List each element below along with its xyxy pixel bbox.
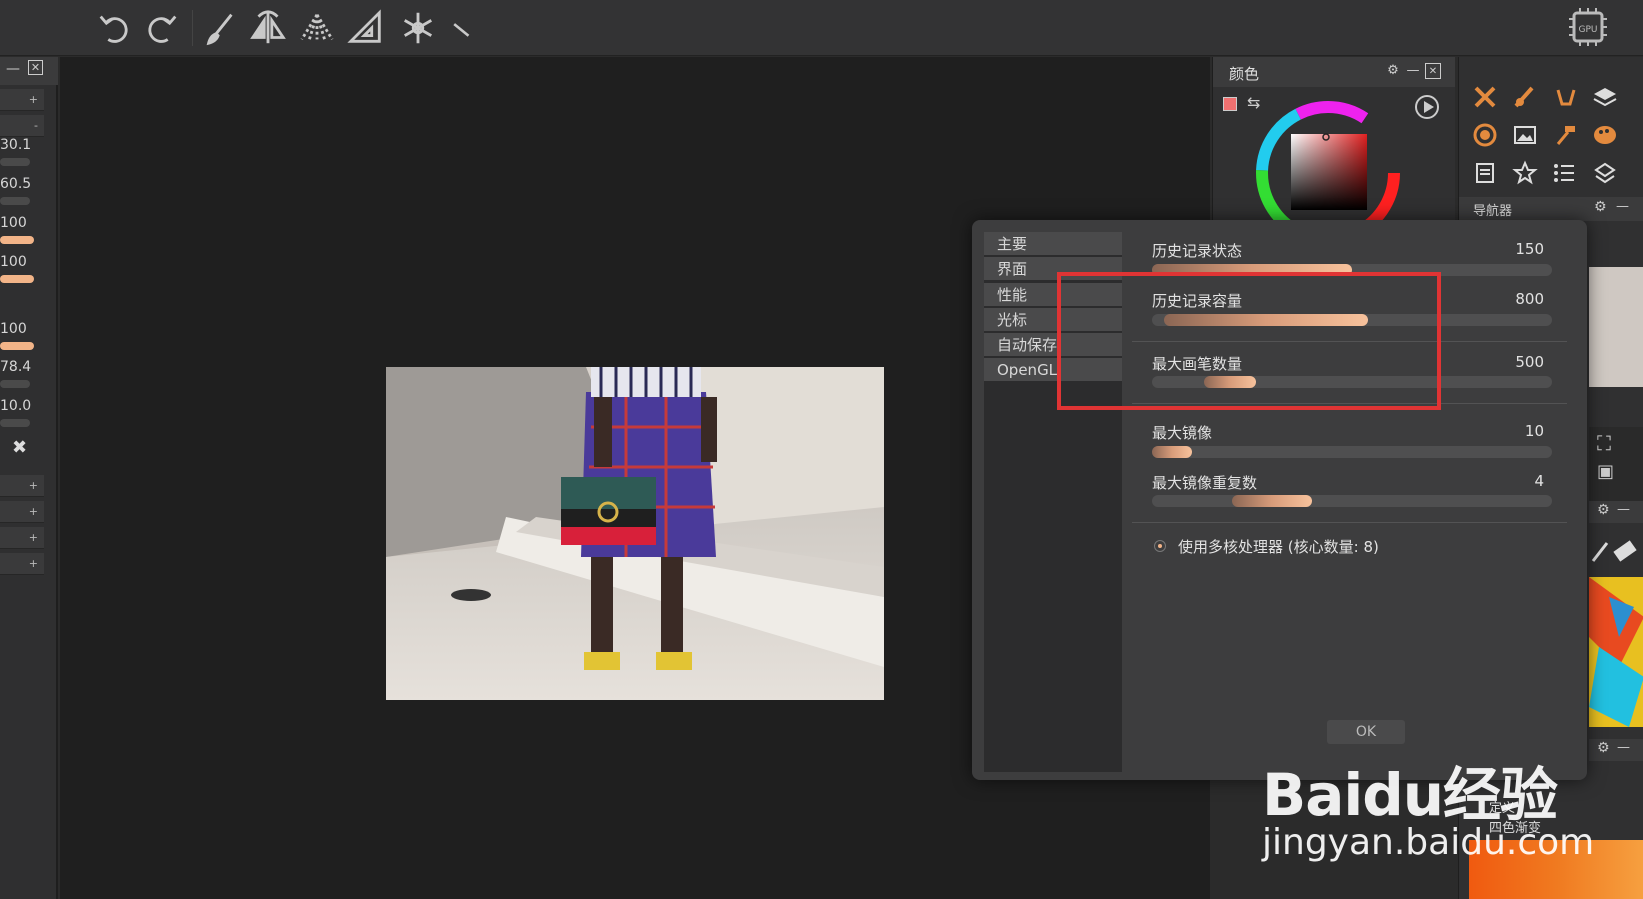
gear-icon[interactable]: ⚙ <box>1594 199 1607 215</box>
history-states-label: 历史记录状态 <box>1152 242 1243 260</box>
fit-screen-icon[interactable]: ⛶ <box>1597 431 1611 455</box>
max-mirror-slider[interactable] <box>1152 446 1552 458</box>
color-icon[interactable] <box>1469 119 1501 151</box>
param-slider[interactable] <box>0 342 34 350</box>
slider-fill <box>1152 446 1192 458</box>
redo-icon[interactable] <box>140 8 184 48</box>
expand-button[interactable]: + <box>0 553 44 575</box>
hammer-icon[interactable] <box>1549 119 1581 151</box>
brush-settings-panel: — ✕ + - 30.1 60.5 100 100 100 78.4 10.0 … <box>0 57 58 899</box>
gear-icon[interactable]: ⚙ <box>1385 63 1401 79</box>
undo-icon[interactable] <box>92 8 136 48</box>
top-toolbar: GPU <box>0 0 1643 56</box>
param-slider[interactable] <box>0 419 30 427</box>
panel-header: ⚙ — <box>1589 501 1643 523</box>
param-value: 100 <box>0 215 27 231</box>
left-panel-header: — ✕ <box>0 57 58 85</box>
measure-icon[interactable] <box>440 8 484 48</box>
param-value: 100 <box>0 254 27 270</box>
expand-button[interactable]: + <box>0 527 44 549</box>
image-icon[interactable] <box>1509 119 1541 151</box>
texture-preview <box>1589 577 1643 727</box>
mirror-icon[interactable] <box>246 8 290 48</box>
app-window: GPU — ✕ + - 30.1 60.5 100 100 100 78.4 1… <box>0 0 1643 899</box>
navigator-title: 导航器 <box>1473 204 1513 219</box>
navigator-preview[interactable] <box>1589 267 1643 387</box>
collapse-button[interactable]: - <box>0 115 44 137</box>
divider <box>1132 522 1567 523</box>
param-value: 78.4 <box>0 359 32 375</box>
color-panel-header: 颜色 ⚙ — ✕ <box>1213 57 1455 87</box>
param-slider[interactable] <box>0 380 30 388</box>
color-panel-title: 颜色 <box>1229 65 1260 83</box>
star-icon[interactable] <box>1509 157 1541 189</box>
palette-icon[interactable] <box>1589 119 1621 151</box>
max-mirror-repeat-value: 4 <box>1534 472 1544 490</box>
actual-size-icon[interactable]: ▣ <box>1597 461 1614 482</box>
watermark-logo: Baidu经验 <box>1262 761 1558 829</box>
ok-button[interactable]: OK <box>1327 720 1405 744</box>
list-icon[interactable] <box>1549 157 1581 189</box>
max-mirror-label: 最大镜像 <box>1152 424 1213 442</box>
color-panel: 颜色 ⚙ — ✕ ⇆ <box>1212 57 1455 227</box>
minimize-icon[interactable]: — <box>6 61 20 77</box>
canvas-image <box>386 367 884 700</box>
multicore-radio[interactable] <box>1154 540 1166 552</box>
brush-settings-icon[interactable] <box>1509 81 1541 113</box>
expand-button[interactable]: + <box>0 89 44 111</box>
highlight-annotation <box>1057 272 1441 410</box>
nav-item-main[interactable]: 主要 <box>984 232 1122 256</box>
max-brushes-value: 500 <box>1515 353 1544 371</box>
brush-icon[interactable] <box>198 8 242 48</box>
stack-icon[interactable] <box>1589 157 1621 189</box>
multicore-label: 使用多核处理器 (核心数量: 8) <box>1178 538 1379 556</box>
close-icon[interactable]: ✕ <box>28 60 43 75</box>
ruler-triangle-icon[interactable] <box>344 8 388 48</box>
max-mirror-repeat-label: 最大镜像重复数 <box>1152 474 1258 492</box>
gpu-icon[interactable]: GPU <box>1566 5 1610 49</box>
gear-icon[interactable]: ⚙ <box>1597 502 1610 518</box>
navigator-controls: ⛶ ▣ <box>1589 427 1643 507</box>
gpu-badge-text: GPU <box>1579 25 1598 35</box>
minimize-icon[interactable]: — <box>1617 502 1630 517</box>
expand-button[interactable]: + <box>0 475 44 497</box>
snowflake-icon[interactable] <box>396 8 440 48</box>
param-slider[interactable] <box>0 236 34 244</box>
close-icon[interactable]: ✕ <box>1425 63 1441 79</box>
play-icon[interactable] <box>1415 95 1439 119</box>
notes-icon[interactable] <box>1469 157 1501 189</box>
navigator-header: 导航器 ⚙ — <box>1459 197 1643 221</box>
param-value: 60.5 <box>0 176 32 192</box>
watermark-url: jingyan.baidu.com <box>1262 822 1595 863</box>
tools-icon[interactable] <box>1469 81 1501 113</box>
toolbar-divider <box>192 10 193 46</box>
minimize-icon[interactable]: — <box>1405 63 1421 79</box>
minimize-icon[interactable]: — <box>1617 740 1630 755</box>
param-value: 100 <box>0 321 27 337</box>
panel-header: ⚙ — <box>1589 739 1643 761</box>
perspective-icon[interactable] <box>295 8 339 48</box>
minimize-icon[interactable]: — <box>1616 199 1629 214</box>
tools-icon[interactable]: ✖ <box>12 437 27 458</box>
brushes-icon[interactable] <box>1549 81 1581 113</box>
color-wheel[interactable] <box>1255 99 1401 227</box>
param-value: 30.1 <box>0 137 32 153</box>
param-value: 10.0 <box>0 398 32 414</box>
max-mirror-value: 10 <box>1524 422 1544 440</box>
max-mirror-repeat-slider[interactable] <box>1152 495 1552 507</box>
param-slider[interactable] <box>0 275 34 283</box>
param-slider[interactable] <box>0 197 30 205</box>
expand-button[interactable]: + <box>0 501 44 523</box>
history-states-value: 150 <box>1515 240 1544 258</box>
param-slider[interactable] <box>0 158 30 166</box>
slider-fill <box>1232 495 1312 507</box>
layers-icon[interactable] <box>1589 81 1621 113</box>
primary-color-swatch[interactable] <box>1223 97 1237 111</box>
history-memory-value: 800 <box>1515 290 1544 308</box>
gear-icon[interactable]: ⚙ <box>1597 740 1610 756</box>
eraser-icon[interactable] <box>1589 537 1643 567</box>
